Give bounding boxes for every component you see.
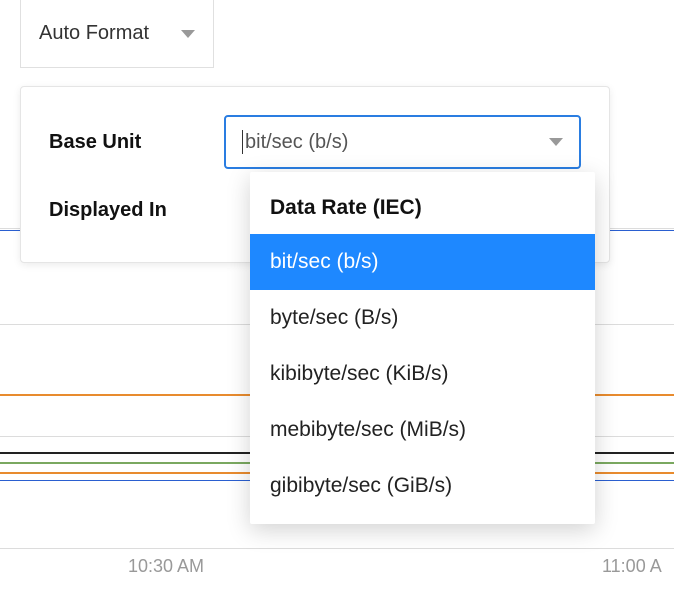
tab-auto-format[interactable]: Auto Format (20, 0, 214, 68)
dropdown-option-bit-sec[interactable]: bit/sec (b/s) (250, 234, 595, 290)
base-unit-dropdown: Data Rate (IEC) bit/sec (b/s) byte/sec (… (250, 172, 595, 524)
base-unit-label: Base Unit (49, 131, 224, 154)
chevron-down-icon (549, 138, 563, 146)
base-unit-value: bit/sec (b/s) (245, 131, 348, 154)
dropdown-group-header: Data Rate (IEC) (250, 182, 595, 234)
displayed-in-label: Displayed In (49, 199, 224, 222)
axis-tick-label: 11:00 A (602, 556, 662, 577)
chart-axis-line (0, 548, 674, 549)
base-unit-select[interactable]: bit/sec (b/s) (224, 115, 581, 169)
chevron-down-icon (181, 30, 195, 38)
dropdown-option-mebibyte-sec[interactable]: mebibyte/sec (MiB/s) (250, 402, 595, 458)
dropdown-option-kibibyte-sec[interactable]: kibibyte/sec (KiB/s) (250, 346, 595, 402)
dropdown-option-byte-sec[interactable]: byte/sec (B/s) (250, 290, 595, 346)
base-unit-row: Base Unit bit/sec (b/s) (49, 115, 581, 169)
text-cursor (242, 130, 243, 154)
dropdown-option-gibibyte-sec[interactable]: gibibyte/sec (GiB/s) (250, 458, 595, 514)
tab-label: Auto Format (39, 22, 149, 45)
axis-tick-label: 10:30 AM (128, 556, 204, 577)
